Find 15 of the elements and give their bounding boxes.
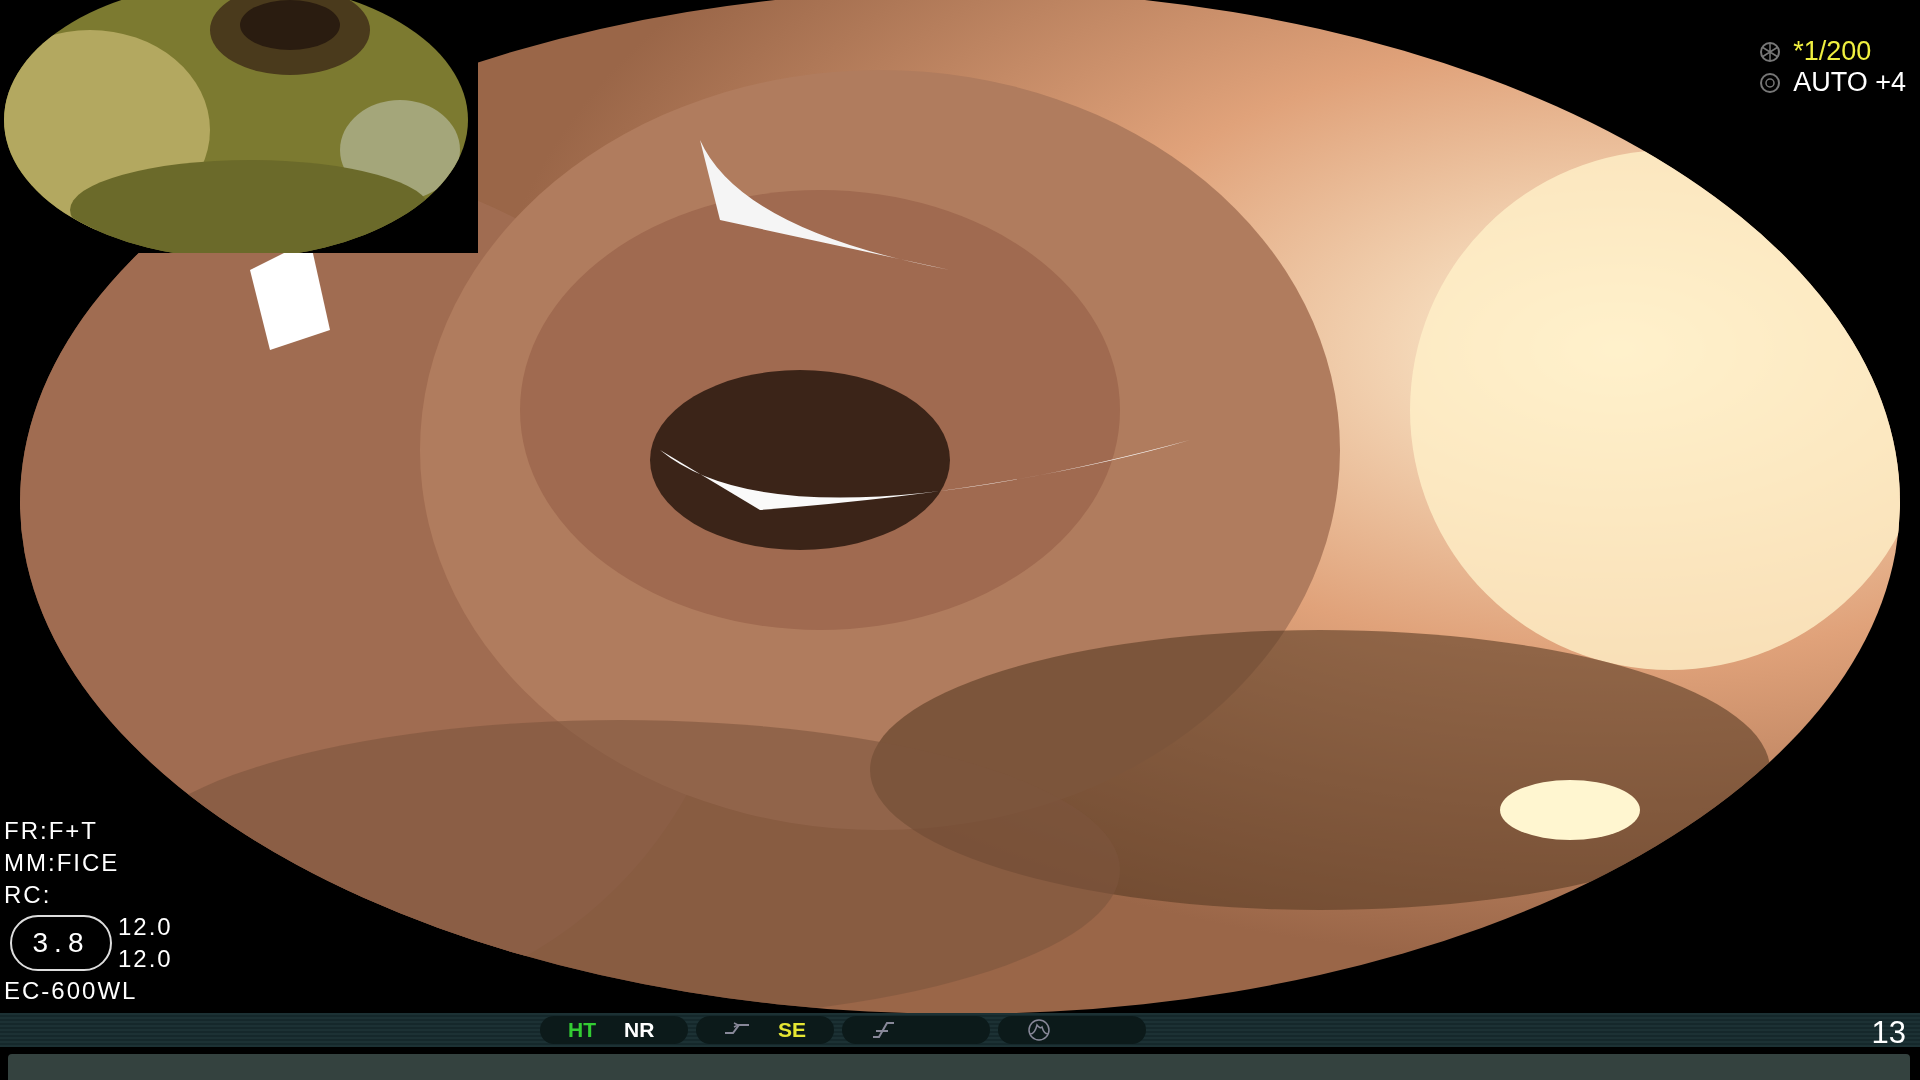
status-label: SE (778, 1017, 806, 1044)
scope-model: EC-600WL (4, 976, 139, 1006)
histogram-icon (1026, 1019, 1052, 1041)
setting-label: MM:FICE (4, 848, 121, 878)
zoom-badge: 3.8 (10, 915, 112, 971)
setting-label: FR:F+T (4, 816, 99, 846)
iris-setting: AUTO +4 (1793, 67, 1906, 98)
slope-icon (870, 1019, 896, 1041)
frame-number: 13 (1871, 1016, 1906, 1050)
setting-label: RC: (4, 880, 53, 910)
zoom-value: 12.0 (118, 912, 173, 942)
shutter-speed: *1/200 (1793, 36, 1872, 67)
zoom-value: 12.0 (118, 944, 173, 974)
status-label: HT (568, 1017, 596, 1044)
status-label: NR (624, 1017, 655, 1044)
